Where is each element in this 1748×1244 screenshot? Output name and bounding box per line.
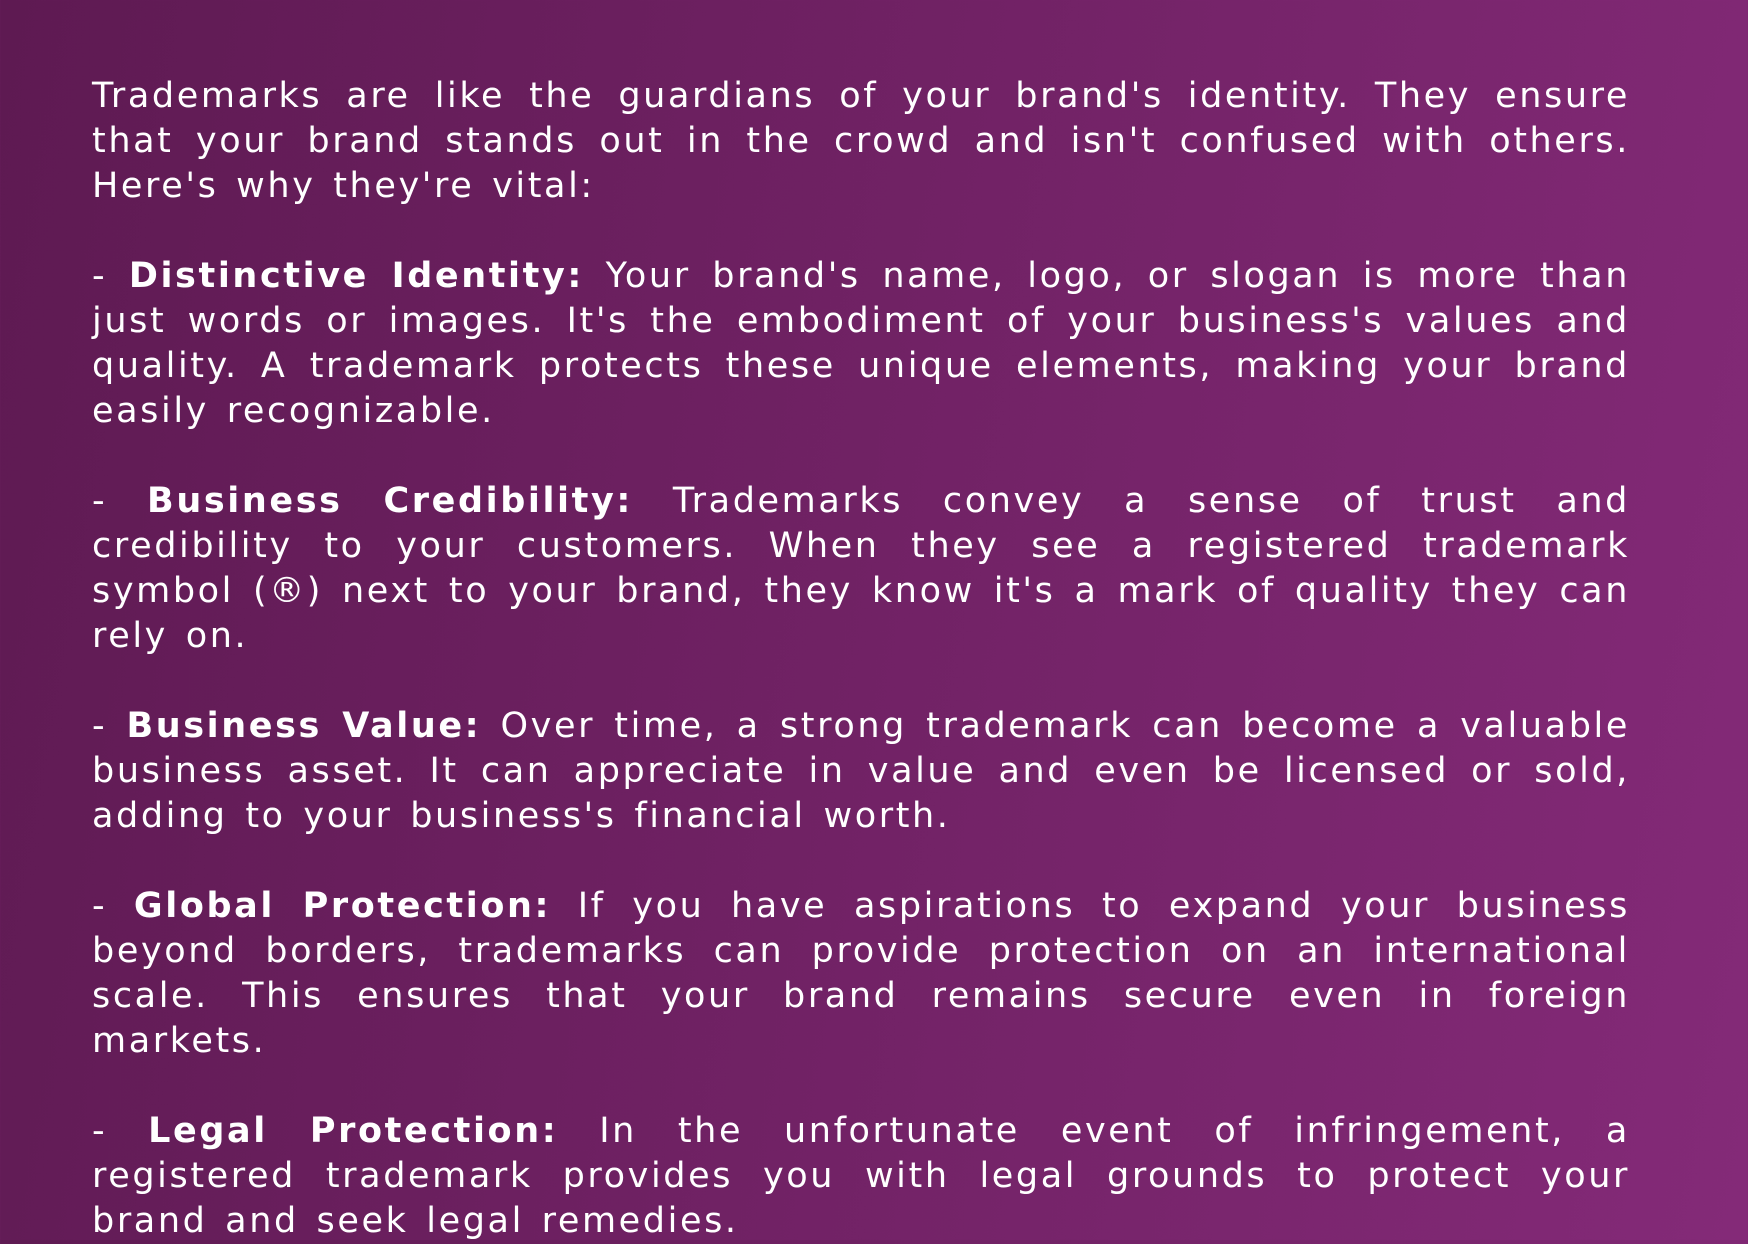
intro-paragraph: Trademarks are like the guardians of you…: [92, 76, 1630, 206]
bullet-dash: -: [92, 1111, 149, 1151]
point-business-value: - Business Value: Over time, a strong tr…: [92, 704, 1630, 839]
point-term: Business Value:: [126, 706, 482, 746]
bullet-dash: -: [92, 256, 129, 296]
point-term: Distinctive Identity:: [128, 256, 584, 296]
bullet-dash: -: [92, 481, 148, 521]
point-global-protection: - Global Protection: If you have aspirat…: [92, 884, 1630, 1064]
point-distinctive-identity: - Distinctive Identity: Your brand's nam…: [92, 254, 1630, 434]
point-term: Legal Protection:: [148, 1111, 559, 1151]
point-term: Business Credibility:: [147, 481, 633, 521]
point-term: Global Protection:: [133, 886, 552, 926]
point-legal-protection: - Legal Protection: In the unfortunate e…: [92, 1109, 1630, 1244]
point-business-credibility: - Business Credibility: Trademarks conve…: [92, 479, 1630, 659]
bullet-dash: -: [92, 886, 134, 926]
document-page: Trademarks are like the guardians of you…: [0, 0, 1748, 1241]
bullet-dash: -: [92, 706, 127, 746]
